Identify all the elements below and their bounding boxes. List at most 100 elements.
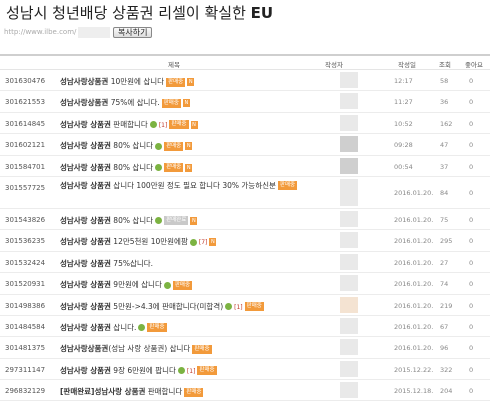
table-row[interactable]: 301484584 성남사랑 상품권 삽니다. 판매중 2016.01.20. 67 0 bbox=[0, 316, 490, 338]
subject-text[interactable]: 80% 삽니다 bbox=[111, 141, 153, 150]
view-count: 27 bbox=[440, 258, 449, 267]
comment-count[interactable]: [7] bbox=[199, 239, 208, 246]
author-blurred[interactable] bbox=[340, 296, 358, 313]
post-subject[interactable]: 성남사랑상품권(성남 사랑 상품권) 삽니다 판매중 bbox=[60, 343, 212, 354]
post-date: 2016.01.20. bbox=[394, 237, 434, 246]
author-blurred[interactable] bbox=[340, 253, 358, 270]
table-row[interactable]: 301543826 성남사랑 상품권 80% 삽니다 판매완료 N 2016.01.20… bbox=[0, 209, 490, 231]
post-table: 제목 작성자 작성일 조회 좋아요 301630476 성남사랑상품권 10만원에… bbox=[0, 54, 490, 402]
comment-count[interactable]: [1] bbox=[159, 122, 168, 129]
table-row[interactable]: 297311147 성남사랑 상품권 9장 6만원에 팝니다 [1] 판매중 2015.… bbox=[0, 359, 490, 381]
subject-keyword[interactable]: 성남사랑 상품권 bbox=[60, 323, 111, 332]
post-subject[interactable]: 성남사랑상품권 75%에 삽니다. 판매중 N bbox=[60, 97, 190, 108]
image-attached-icon bbox=[155, 142, 163, 150]
subject-text[interactable]: 75%삽니다. bbox=[111, 259, 153, 268]
post-subject[interactable]: 성남사랑 상품권 9만원에 삽니다 판매중 bbox=[60, 279, 193, 290]
author-blurred[interactable] bbox=[340, 210, 358, 227]
subject-text[interactable]: 판매합니다 bbox=[111, 120, 148, 129]
table-row[interactable]: 301532424 성남사랑 상품권 75%삽니다. 2016.01.20. 27 0 bbox=[0, 252, 490, 274]
subject-text[interactable]: (성남 사랑 상품권) 삽니다 bbox=[108, 344, 190, 353]
comment-count[interactable]: [1] bbox=[187, 368, 196, 375]
author-blurred[interactable] bbox=[340, 232, 358, 249]
post-date: 2016.01.20. bbox=[394, 188, 434, 197]
table-row[interactable]: 301630476 성남사랑상품권 10만원에 삽니다 판매중 N 12:17 58 0 bbox=[0, 70, 490, 92]
post-subject[interactable]: 성남사랑 상품권 삽니다 100만원 정도 필요 합니다 30% 가능하신분 판매… bbox=[60, 180, 298, 191]
subject-keyword[interactable]: 성남사랑 상품권 bbox=[60, 280, 111, 289]
subject-keyword[interactable]: 성남사랑 상품권 bbox=[60, 366, 111, 375]
author-blurred[interactable] bbox=[340, 317, 358, 334]
table-row[interactable]: 301520931 성남사랑 상품권 9만원에 삽니다 판매중 2016.01.20.… bbox=[0, 273, 490, 295]
post-subject[interactable]: 성남사랑 상품권 5만원->4.3에 판매합니다(미합격) [1] 판매중 bbox=[60, 301, 264, 312]
status-badge: 판매중 bbox=[172, 280, 193, 290]
table-row[interactable]: 301614845 성남사랑 상품권 판매합니다 [1] 판매중 N 10:52 162 0 bbox=[0, 113, 490, 135]
subject-text[interactable]: 삽니다 100만원 정도 필요 합니다 30% 가능하신분 bbox=[111, 181, 276, 190]
like-count: 0 bbox=[469, 344, 474, 353]
table-row[interactable]: 301498386 성남사랑 상품권 5만원->4.3에 판매합니다(미합격) [1… bbox=[0, 295, 490, 316]
post-number: 296832129 bbox=[5, 387, 46, 396]
like-count: 0 bbox=[469, 301, 474, 310]
new-post-icon: N bbox=[190, 216, 198, 225]
view-count: 74 bbox=[440, 280, 449, 289]
post-number: 301498386 bbox=[5, 301, 46, 310]
post-number: 301614845 bbox=[5, 119, 46, 128]
post-subject[interactable]: 성남사랑 상품권 80% 삽니다 판매중 N bbox=[60, 140, 193, 151]
post-subject[interactable]: 성남사랑상품권 10만원에 삽니다 판매중 N bbox=[60, 76, 195, 87]
author-blurred[interactable] bbox=[340, 339, 358, 356]
table-row[interactable]: 301621553 성남사랑상품권 75%에 삽니다. 판매중 N 11:27 36 0 bbox=[0, 91, 490, 113]
table-row[interactable]: 301536235 성남사랑 상품권 12만5천원 10만원에팜 [7] N 2016.… bbox=[0, 230, 490, 252]
subject-keyword[interactable]: 성남사랑 상품권 bbox=[60, 216, 111, 225]
author-blurred[interactable] bbox=[340, 136, 358, 153]
subject-keyword[interactable]: 성남사랑 상품권 bbox=[60, 163, 111, 172]
post-subject[interactable]: [판매완료]성남사랑 상품권 판매합니다 판매중 bbox=[60, 386, 204, 397]
subject-keyword[interactable]: 성남사랑 상품권 bbox=[60, 120, 111, 129]
subject-keyword[interactable]: 성남사랑 상품권 bbox=[60, 237, 111, 246]
copy-button[interactable]: 복사하기 bbox=[113, 26, 153, 38]
like-count: 0 bbox=[469, 215, 474, 224]
subject-keyword[interactable]: 성남사랑 상품권 bbox=[60, 141, 111, 150]
image-attached-icon bbox=[225, 303, 233, 311]
author-blurred[interactable] bbox=[340, 275, 358, 292]
post-number: 301602121 bbox=[5, 141, 46, 150]
like-count: 0 bbox=[469, 141, 474, 150]
subject-keyword[interactable]: 성남사랑상품권 bbox=[60, 77, 108, 86]
author-blurred[interactable] bbox=[340, 178, 358, 206]
author-blurred[interactable] bbox=[340, 114, 358, 131]
subject-text[interactable]: 80% 삽니다 bbox=[111, 163, 153, 172]
table-row[interactable]: 301602121 성남사랑 상품권 80% 삽니다 판매중 N 09:28 47 0 bbox=[0, 134, 490, 156]
author-blurred[interactable] bbox=[340, 72, 358, 88]
author-blurred[interactable] bbox=[340, 93, 358, 110]
subject-text[interactable]: 10만원에 삽니다 bbox=[108, 77, 164, 86]
author-blurred[interactable] bbox=[340, 157, 358, 174]
post-subject[interactable]: 성남사랑 상품권 9장 6만원에 팝니다 [1] 판매중 bbox=[60, 365, 217, 376]
status-badge: 판매중 bbox=[166, 77, 186, 87]
table-row[interactable]: 301584701 성남사랑 상품권 80% 삽니다 판매중 N 00:54 37 0 bbox=[0, 156, 490, 177]
author-blurred[interactable] bbox=[340, 382, 358, 399]
subject-text[interactable]: 9장 6만원에 팝니다 bbox=[111, 366, 176, 375]
post-subject[interactable]: 성남사랑 상품권 12만5천원 10만원에팜 [7] N bbox=[60, 236, 217, 247]
subject-text[interactable]: 삽니다. bbox=[111, 323, 136, 332]
author-blurred[interactable] bbox=[340, 360, 358, 377]
post-subject[interactable]: 성남사랑 상품권 삽니다. 판매중 bbox=[60, 322, 167, 333]
table-row[interactable]: 296832129 [판매완료]성남사랑 상품권 판매합니다 판매중 2015.12.… bbox=[0, 380, 490, 402]
subject-keyword[interactable]: 성남사랑 상품권 bbox=[60, 181, 111, 190]
post-url[interactable]: http://www.ilbe.com/ bbox=[4, 28, 78, 36]
subject-keyword[interactable]: 성남사랑상품권 bbox=[60, 98, 108, 107]
subject-keyword[interactable]: 성남사랑상품권 bbox=[60, 344, 108, 353]
comment-count[interactable]: [1] bbox=[234, 304, 243, 311]
table-row[interactable]: 301557725 성남사랑 상품권 삽니다 100만원 정도 필요 합니다 30… bbox=[0, 177, 490, 209]
post-subject[interactable]: 성남사랑 상품권 판매합니다 [1] 판매중 N bbox=[60, 119, 198, 130]
subject-text[interactable]: 75%에 삽니다. bbox=[108, 98, 160, 107]
subject-text[interactable]: 9만원에 삽니다 bbox=[111, 280, 162, 289]
table-row[interactable]: 301481375 성남사랑상품권(성남 사랑 상품권) 삽니다 판매중 2016.0… bbox=[0, 337, 490, 359]
subject-text[interactable]: 판매합니다 bbox=[145, 387, 183, 396]
post-subject[interactable]: 성남사랑 상품권 75%삽니다. bbox=[60, 258, 153, 269]
subject-text[interactable]: 5만원->4.3에 판매합니다(미합격) bbox=[111, 302, 223, 311]
post-subject[interactable]: 성남사랑 상품권 80% 삽니다 판매완료 N bbox=[60, 215, 198, 226]
subject-keyword[interactable]: 성남사랑 상품권 bbox=[60, 259, 111, 268]
view-count: 47 bbox=[440, 141, 449, 150]
subject-keyword[interactable]: 성남사랑 상품권 bbox=[60, 302, 111, 311]
subject-text[interactable]: 12만5천원 10만원에팜 bbox=[111, 237, 188, 246]
subject-keyword[interactable]: [판매완료]성남사랑 상품권 bbox=[60, 387, 145, 396]
subject-text[interactable]: 80% 삽니다 bbox=[111, 216, 153, 225]
post-subject[interactable]: 성남사랑 상품권 80% 삽니다 판매중 N bbox=[60, 162, 193, 173]
